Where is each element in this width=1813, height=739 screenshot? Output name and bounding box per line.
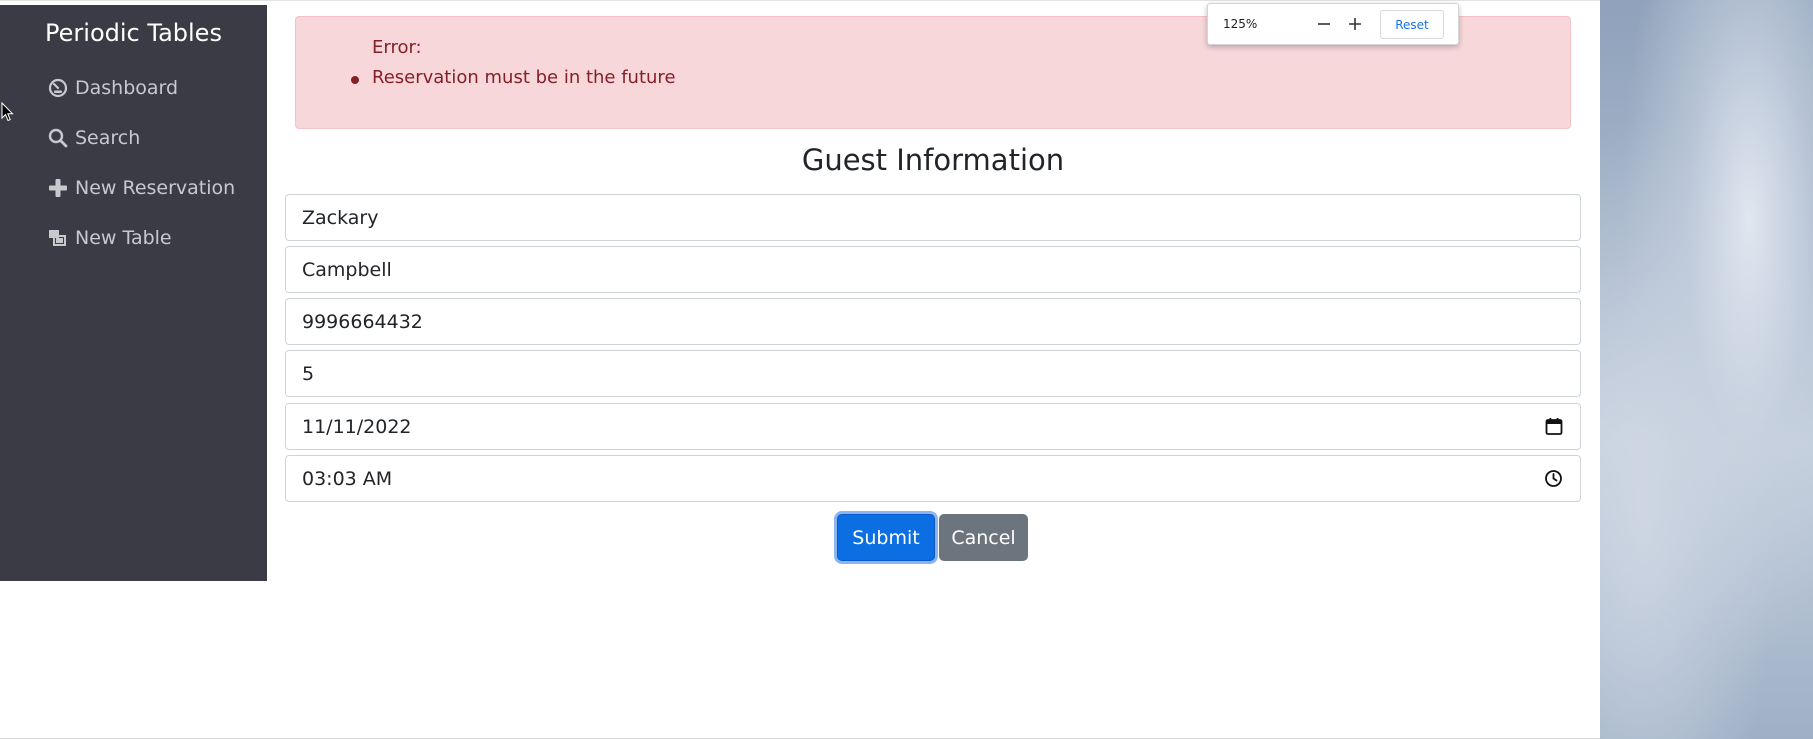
cancel-button[interactable]: Cancel — [939, 514, 1028, 561]
sidebar-item-label: Search — [75, 127, 141, 149]
dashboard-icon — [47, 77, 69, 99]
zoom-popup: 125% Reset — [1207, 3, 1459, 45]
zoom-reset-button[interactable]: Reset — [1380, 10, 1444, 39]
zoom-in-icon[interactable] — [1345, 14, 1365, 34]
mobile-number-input[interactable]: 9996664432 — [285, 298, 1581, 345]
mobile-number-value: 9996664432 — [302, 310, 423, 333]
people-input[interactable]: 5 — [285, 350, 1581, 397]
zoom-out-icon[interactable] — [1314, 14, 1334, 34]
reservation-time-input[interactable]: 03:03 AM — [285, 455, 1581, 502]
reservation-date-input[interactable]: 11/11/2022 — [285, 403, 1581, 450]
search-icon — [47, 127, 69, 149]
last-name-input[interactable]: Campbell — [285, 246, 1581, 293]
people-value: 5 — [302, 362, 315, 385]
calendar-icon[interactable] — [1545, 417, 1563, 441]
table-icon — [47, 227, 69, 249]
error-message: Reservation must be in the future — [372, 67, 676, 88]
desktop-wallpaper — [1600, 0, 1813, 739]
first-name-value: Zackary — [302, 206, 379, 229]
sidebar-item-dashboard[interactable]: Dashboard — [47, 73, 178, 103]
brand-title[interactable]: Periodic Tables — [0, 19, 267, 47]
sidebar-item-new-table[interactable]: New Table — [47, 223, 172, 253]
zoom-level: 125% — [1223, 17, 1258, 31]
sidebar-item-label: New Table — [75, 227, 172, 249]
sidebar-item-label: New Reservation — [75, 177, 236, 199]
bullet-dot — [351, 76, 359, 84]
clock-icon[interactable] — [1544, 469, 1563, 493]
mouse-cursor-icon — [1, 101, 15, 126]
last-name-value: Campbell — [302, 258, 392, 281]
first-name-input[interactable]: Zackary — [285, 194, 1581, 241]
reservation-time-value: 03:03 AM — [302, 467, 393, 490]
sidebar-item-label: Dashboard — [75, 77, 179, 99]
error-title: Error: — [372, 37, 422, 58]
submit-button[interactable]: Submit — [837, 514, 935, 561]
sidebar: Periodic Tables Dashboard Search New Res… — [0, 5, 267, 581]
sidebar-item-search[interactable]: Search — [47, 123, 140, 153]
browser-viewport: Periodic Tables Dashboard Search New Res… — [0, 0, 1600, 739]
plus-icon — [47, 177, 69, 199]
reservation-date-value: 11/11/2022 — [302, 415, 412, 438]
sidebar-item-new-reservation[interactable]: New Reservation — [47, 173, 235, 203]
form-title: Guest Information — [801, 143, 1065, 177]
